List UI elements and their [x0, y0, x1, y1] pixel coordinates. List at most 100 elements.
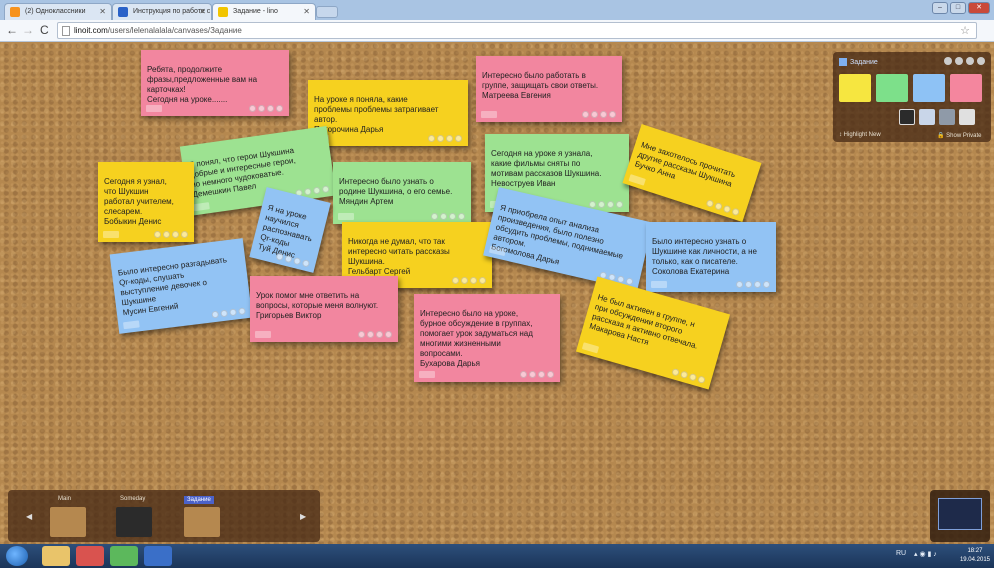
system-tray-icons[interactable]: ▴ ◉ ▮ ♪	[914, 550, 937, 558]
note-controls[interactable]	[582, 111, 616, 118]
note-text: На уроке я поняла, какие проблемы пробле…	[314, 95, 439, 134]
note-controls[interactable]	[358, 331, 392, 338]
note-controls[interactable]	[736, 281, 770, 288]
clock[interactable]: 18:27 19.04.2015	[960, 547, 990, 565]
star-icon[interactable]: ☆	[960, 24, 970, 37]
start-button[interactable]	[6, 546, 28, 566]
note-text: Сегодня я узнал, что Шукшин работал учит…	[104, 177, 174, 226]
canvas-panel: Задание ↕ Highlight New 🔒 Show Private	[833, 52, 991, 142]
tab-lino[interactable]: Задание - lino ✕	[212, 3, 316, 20]
canvas-label: Main	[58, 496, 72, 502]
sticky-note[interactable]: Интересно было работать в группе, защища…	[476, 56, 622, 122]
word-icon[interactable]	[144, 546, 172, 566]
canvas-label: Задание	[184, 496, 214, 504]
close-icon[interactable]: ✕	[99, 7, 106, 16]
sticky-note[interactable]: Ребята, продолжите фразы,предложенные ва…	[141, 50, 289, 116]
highlight-new-toggle[interactable]: ↕ Highlight New	[839, 132, 881, 138]
note-controls[interactable]	[520, 371, 554, 378]
note-text: Было интересно узнать о Шукшине как личн…	[652, 237, 757, 276]
note-text: Я на уроке научился распознавать Qr-коды…	[257, 203, 313, 260]
language-indicator[interactable]: RU	[896, 550, 906, 557]
video-icon[interactable]	[939, 109, 955, 125]
forward-arrow-icon[interactable]: →	[22, 23, 34, 37]
window-controls: – □ ✕	[932, 2, 990, 14]
odnoklassniki-icon	[10, 7, 20, 17]
info-icon[interactable]	[955, 57, 963, 65]
tray-left-arrow-icon[interactable]: ◀	[26, 512, 32, 521]
note-controls[interactable]	[249, 105, 283, 112]
note-text: Сегодня на уроке я узнала, какие фильмы …	[491, 149, 602, 188]
green-sticky-swatch[interactable]	[876, 74, 908, 102]
note-text: Ребята, продолжите фразы,предложенные ва…	[147, 65, 258, 104]
photo-icon[interactable]	[899, 109, 915, 125]
address-bar[interactable]: linoit.com/users/lelenalalala/canvases/З…	[57, 22, 977, 39]
sticky-note[interactable]: Интересно было на уроке, бурное обсужден…	[414, 294, 560, 382]
note-tag	[103, 231, 119, 238]
note-controls[interactable]	[154, 231, 188, 238]
maximize-button[interactable]: □	[950, 2, 966, 14]
canvas-label: Someday	[120, 496, 146, 502]
sticky-note[interactable]: Урок помог мне ответить на вопросы, кото…	[250, 276, 398, 342]
canvas-thumb-someday[interactable]	[116, 507, 152, 537]
tab-instruction[interactable]: Инструкция по работе с ✕	[112, 3, 212, 20]
lino-icon	[218, 7, 228, 17]
close-icon[interactable]: ✕	[303, 7, 310, 16]
canvas-thumb-main[interactable]	[50, 507, 86, 537]
document-icon[interactable]	[919, 109, 935, 125]
minimize-button[interactable]: –	[932, 2, 948, 14]
sticky-note[interactable]: Сегодня я узнал, что Шукшин работал учит…	[98, 162, 194, 242]
note-text: Никогда не думал, что так интересно чита…	[348, 237, 450, 276]
note-tag	[146, 105, 162, 112]
note-text: Интересно было работать в группе, защища…	[482, 71, 599, 100]
minimap[interactable]	[930, 490, 990, 542]
sticky-note[interactable]: На уроке я поняла, какие проблемы пробле…	[308, 80, 468, 146]
share-icon[interactable]	[966, 57, 974, 65]
yellow-sticky-swatch[interactable]	[839, 74, 871, 102]
note-controls[interactable]	[431, 213, 465, 220]
panel-title: Задание	[839, 58, 878, 66]
canvas-thumb-zadanie[interactable]	[184, 507, 220, 537]
note-text: Я приобрела опыт анализа произведения, б…	[490, 203, 624, 267]
note-controls[interactable]	[452, 277, 486, 284]
tab-odnoklassniki[interactable]: (2) Одноклассники ✕	[4, 3, 112, 20]
tray-right-arrow-icon[interactable]: ▶	[300, 512, 306, 521]
browser-toolbar: ← → C linoit.com/users/lelenalalala/canv…	[0, 20, 994, 42]
note-icon[interactable]	[959, 109, 975, 125]
note-text: Урок помог мне ответить на вопросы, кото…	[256, 291, 379, 320]
note-tag	[255, 331, 271, 338]
document-icon	[118, 7, 128, 17]
canvas-icon	[839, 58, 847, 66]
note-controls[interactable]	[589, 201, 623, 208]
blue-sticky-swatch[interactable]	[913, 74, 945, 102]
note-text: Не был активен в группе, н при обсуждени…	[588, 292, 699, 351]
address-host: linoit.com	[74, 26, 108, 35]
sticky-note[interactable]: Было интересно разгадывать Qr-коды, слуш…	[109, 238, 253, 334]
note-text: Интересно было узнать о родине Шукшина, …	[339, 177, 453, 206]
note-controls[interactable]	[428, 135, 462, 142]
explorer-icon[interactable]	[42, 546, 70, 566]
close-icon[interactable]: ✕	[199, 7, 206, 16]
note-tag	[419, 371, 435, 378]
show-private-toggle[interactable]: 🔒 Show Private	[937, 132, 982, 139]
note-text: Интересно было на уроке, бурное обсужден…	[420, 309, 533, 368]
page-icon	[62, 26, 70, 36]
sticky-note[interactable]: Было интересно узнать о Шукшине как личн…	[646, 222, 776, 292]
taskbar: RU ▴ ◉ ▮ ♪ 18:27 19.04.2015	[0, 544, 994, 568]
new-tab-button[interactable]	[316, 6, 338, 18]
note-text: Было интересно разгадывать Qr-коды, слуш…	[117, 255, 228, 318]
utorrent-icon[interactable]	[110, 546, 138, 566]
chrome-icon[interactable]	[76, 546, 104, 566]
window-close-button[interactable]: ✕	[968, 2, 990, 14]
note-tag	[628, 174, 646, 186]
back-arrow-icon[interactable]: ←	[6, 23, 18, 37]
power-icon[interactable]	[977, 57, 985, 65]
note-controls[interactable]	[211, 307, 246, 319]
reload-icon[interactable]: C	[40, 23, 49, 37]
tab-label: Задание - lino	[233, 8, 278, 15]
sticky-note[interactable]: Интересно было узнать о родине Шукшина, …	[333, 162, 471, 224]
pink-sticky-swatch[interactable]	[950, 74, 982, 102]
minimap-viewport[interactable]	[938, 498, 982, 530]
settings-icon[interactable]	[944, 57, 952, 65]
browser-tab-bar: (2) Одноклассники ✕ Инструкция по работе…	[0, 0, 994, 20]
note-tag	[122, 320, 140, 330]
